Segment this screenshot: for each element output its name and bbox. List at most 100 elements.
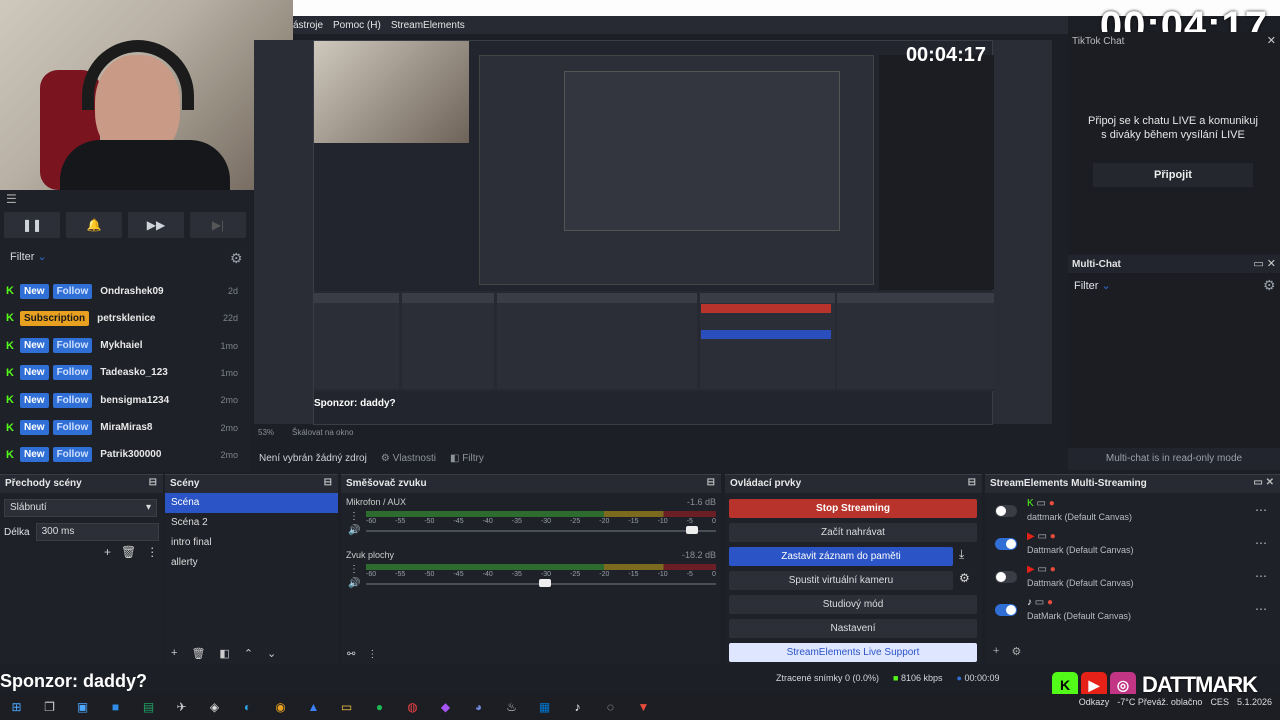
gear-icon[interactable]: ⚙ — [1263, 277, 1276, 294]
app-icon[interactable]: ◍ — [396, 694, 429, 720]
tiktok-icon[interactable]: ♪ — [561, 694, 594, 720]
stream-toggle[interactable] — [995, 571, 1017, 583]
excel-icon[interactable]: ▤ — [132, 694, 165, 720]
activity-item[interactable]: K New Follow Tadeasko_123 1mo — [6, 360, 238, 386]
edge-icon[interactable]: ◐ — [231, 694, 264, 720]
pause-button[interactable]: ❚❚ — [4, 212, 60, 238]
menu-tools[interactable]: ástroje — [293, 20, 323, 31]
activity-item[interactable]: K New Follow bensigma1234 2mo — [6, 387, 238, 413]
spotify-icon[interactable]: ● — [363, 694, 396, 720]
transition-select[interactable]: Slábnutí ▾ — [4, 499, 157, 517]
close-icon[interactable]: ▭ ✕ — [1253, 477, 1274, 488]
dock-menu-icon[interactable]: ⊟ — [968, 477, 976, 488]
stream-toggle[interactable] — [995, 505, 1017, 517]
date[interactable]: 5.1.2026 — [1237, 697, 1272, 707]
gear-icon[interactable]: ⚙ — [1011, 645, 1021, 658]
obs-icon[interactable]: ◌ — [594, 694, 627, 720]
activity-item[interactable]: K New Follow Mykhaiel 1mo — [6, 333, 238, 359]
trash-icon[interactable]: 🗑 — [191, 647, 205, 660]
more-icon[interactable]: ⋯ — [1255, 536, 1267, 550]
bell-button[interactable]: 🔔 — [66, 212, 122, 238]
volume-knob[interactable] — [685, 526, 698, 534]
up-icon[interactable]: ⌃ — [244, 647, 253, 660]
dock-menu-icon[interactable]: ⊟ — [707, 477, 715, 488]
skip-end-button[interactable]: ▶| — [190, 212, 246, 238]
link-icon[interactable]: ⚯ — [347, 649, 355, 660]
duration-input[interactable]: 300 ms — [35, 523, 159, 541]
filter-dropdown[interactable]: Filter ⌄ — [10, 250, 47, 263]
stream-toggle[interactable] — [995, 604, 1017, 616]
filters-button[interactable]: ◧ Filtry — [450, 453, 484, 464]
start-icon[interactable]: ⊞ — [0, 694, 33, 720]
hamburger-icon[interactable]: ☰ — [6, 192, 17, 206]
more-icon[interactable]: ⋮ — [146, 545, 158, 559]
more-icon[interactable]: ⋯ — [1255, 602, 1267, 616]
connect-button[interactable]: Připojit — [1093, 163, 1253, 187]
discord-icon[interactable]: ◕ — [462, 694, 495, 720]
skip-button[interactable]: ▶▶ — [128, 212, 184, 238]
volume-knob[interactable] — [538, 579, 551, 587]
volume-slider[interactable] — [366, 579, 716, 587]
multichat-filter[interactable]: Filter ⌄ — [1074, 279, 1111, 292]
stream-toggle[interactable] — [995, 538, 1017, 550]
filter-icon[interactable]: ◧ — [219, 647, 229, 660]
down-icon[interactable]: ⌄ — [267, 647, 276, 660]
language[interactable]: CES — [1210, 697, 1229, 707]
scene-item[interactable]: Scéna 2 — [165, 513, 338, 533]
app-icon[interactable]: ◈ — [198, 694, 231, 720]
record-button[interactable]: Začít nahrávat — [729, 523, 977, 542]
properties-button[interactable]: ⚙ Vlastnosti — [381, 453, 436, 464]
scene-item[interactable]: intro final — [165, 533, 338, 553]
menu-help[interactable]: Pomoc (H) — [333, 20, 381, 31]
dock-menu-icon[interactable]: ⊟ — [324, 477, 332, 488]
folder-icon[interactable]: ▭ — [330, 694, 363, 720]
app-icon[interactable]: ▣ — [66, 694, 99, 720]
add-icon[interactable]: + — [171, 647, 177, 660]
stop-streaming-button[interactable]: Stop Streaming — [729, 499, 977, 518]
zoom-level[interactable]: 53% — [258, 428, 274, 442]
app-icon[interactable]: ▲ — [297, 694, 330, 720]
gear-icon[interactable]: ⚙ — [959, 571, 970, 585]
studio-mode-button[interactable]: Studiový mód — [729, 595, 977, 614]
add-icon[interactable]: + — [993, 645, 999, 658]
replay-buffer-button[interactable]: Zastavit záznam do paměti — [729, 547, 953, 566]
weather[interactable]: -7°C Převáž. oblačno — [1117, 697, 1202, 707]
app-icon[interactable]: ✈ — [165, 694, 198, 720]
more-icon[interactable]: ⋯ — [1255, 569, 1267, 583]
chrome-icon[interactable]: ◉ — [264, 694, 297, 720]
activity-item[interactable]: K New Follow MiraMiras8 2mo — [6, 415, 238, 441]
save-replay-icon[interactable]: ⤓ — [959, 547, 964, 562]
activity-item[interactable]: K New Follow Patrik300000 2mo — [6, 442, 238, 468]
dock-menu-icon[interactable]: ⊟ — [149, 477, 157, 488]
trash-icon[interactable]: 🗑 — [121, 545, 136, 559]
more-icon[interactable]: ⋮ — [367, 649, 377, 660]
settings-button[interactable]: Nastavení — [729, 619, 977, 638]
activity-tag: New — [20, 283, 49, 299]
volume-slider[interactable] — [366, 526, 716, 534]
virtual-camera-button[interactable]: Spustit virtuální kameru — [729, 571, 953, 590]
scale-mode[interactable]: Škálovat na okno — [292, 428, 353, 442]
more-icon[interactable]: ⋮ — [349, 511, 359, 522]
scene-item[interactable]: Scéna — [165, 493, 338, 513]
speaker-icon[interactable]: 🔊 — [348, 578, 360, 589]
app-icon[interactable]: ■ — [99, 694, 132, 720]
activity-item[interactable]: K New Follow Ondrashek09 2d — [6, 278, 238, 304]
more-icon[interactable]: ⋮ — [349, 564, 359, 575]
outlook-icon[interactable]: ▦ — [528, 694, 561, 720]
more-icon[interactable]: ⋯ — [1255, 503, 1267, 517]
gear-icon[interactable]: ⚙ — [230, 250, 243, 267]
support-button[interactable]: StreamElements Live Support — [729, 643, 977, 662]
close-icon[interactable]: ✕ — [1267, 34, 1276, 47]
speaker-icon[interactable]: 🔊 — [348, 525, 360, 536]
add-icon[interactable]: + — [104, 545, 111, 559]
menu-streamelements[interactable]: StreamElements — [391, 20, 465, 31]
scene-item[interactable]: allerty — [165, 553, 338, 573]
app-icon[interactable]: ◆ — [429, 694, 462, 720]
close-icon[interactable]: ▭ ✕ — [1253, 257, 1276, 270]
activity-tag: Follow — [52, 420, 93, 435]
app-icon[interactable]: ▼ — [627, 694, 660, 720]
links-label[interactable]: Odkazy — [1079, 697, 1110, 707]
taskview-icon[interactable]: ❐ — [33, 694, 66, 720]
steam-icon[interactable]: ♨ — [495, 694, 528, 720]
activity-item[interactable]: K Subscription petrsklenice 22d — [6, 305, 238, 331]
